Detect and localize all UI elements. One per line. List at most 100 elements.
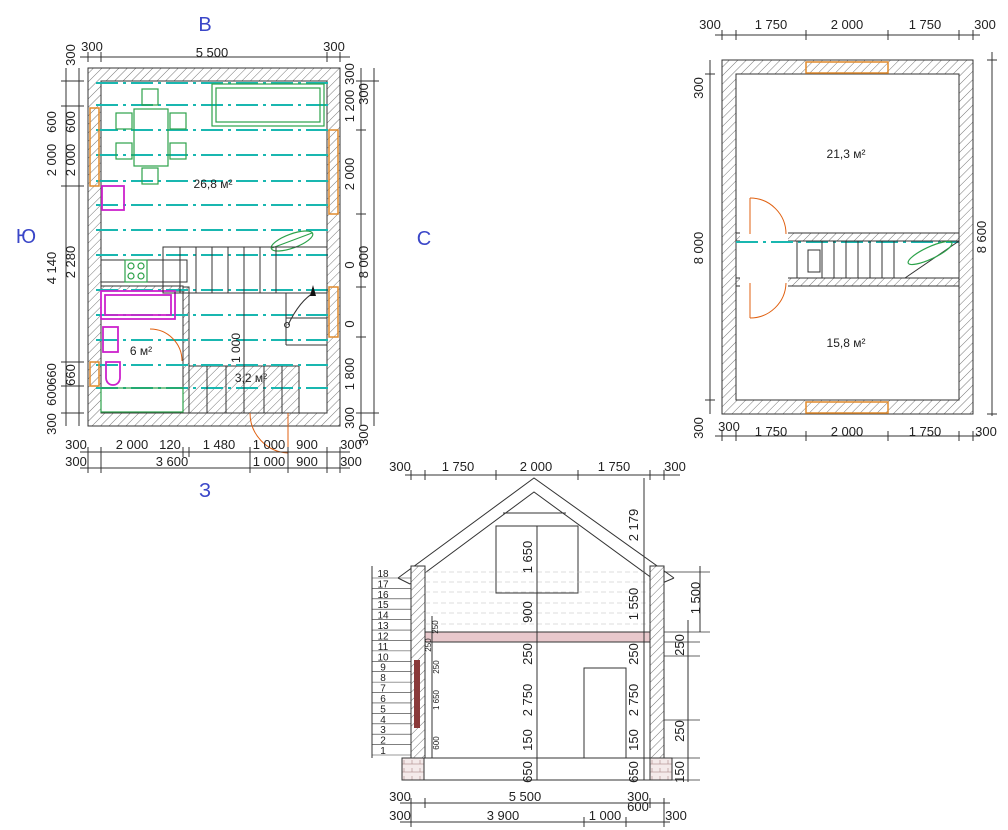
svg-text:600: 600 [63, 111, 78, 133]
section-top-dimension: 300 1 750 2 000 1 750 300 [389, 459, 686, 480]
plan-upper-floor: 21,3 м² 15,8 м² 300 1 750 2 000 1 750 30… [691, 17, 997, 441]
plan1-right-dimension: 300 1 200 2 000 0 0 1 800 300 300 8 000 … [342, 63, 379, 446]
svg-text:250: 250 [424, 638, 433, 652]
section-bottom-dimension: 300 5 500 300 600 300 3 900 1 000 300 [389, 789, 687, 827]
svg-text:300: 300 [44, 413, 59, 435]
plan2-door-upper [749, 197, 787, 235]
svg-text:600: 600 [44, 111, 59, 133]
svg-text:300: 300 [63, 44, 78, 66]
svg-text:5 500: 5 500 [509, 789, 542, 804]
level-number: 4 [380, 715, 386, 726]
svg-text:1 480: 1 480 [203, 437, 236, 452]
svg-text:1 750: 1 750 [755, 17, 788, 32]
level-number: 6 [380, 694, 386, 705]
svg-text:2 000: 2 000 [44, 144, 59, 177]
section-window [414, 660, 420, 728]
svg-text:1 650: 1 650 [520, 541, 535, 574]
svg-text:300: 300 [356, 83, 371, 105]
svg-text:250: 250 [626, 643, 641, 665]
svg-text:300: 300 [389, 808, 411, 823]
section-door [583, 667, 627, 759]
svg-text:300: 300 [664, 459, 686, 474]
level-number: 14 [377, 611, 389, 622]
level-number: 7 [380, 684, 386, 695]
svg-text:1 750: 1 750 [598, 459, 631, 474]
svg-text:1 750: 1 750 [755, 424, 788, 439]
level-number: 1 [380, 746, 386, 757]
svg-text:250: 250 [431, 620, 440, 634]
svg-text:2 750: 2 750 [626, 684, 641, 717]
svg-text:300: 300 [974, 17, 996, 32]
svg-text:300: 300 [340, 454, 362, 469]
svg-text:8 600: 8 600 [974, 221, 989, 254]
section-right-wall [649, 565, 665, 759]
level-number: 3 [380, 725, 386, 736]
svg-text:900: 900 [296, 437, 318, 452]
svg-text:300: 300 [356, 424, 371, 446]
svg-text:300: 300 [342, 407, 357, 429]
svg-text:660: 660 [44, 363, 59, 385]
section-right-inner-dims: 2 179 1 550 250 2 750 150 650 [626, 478, 645, 783]
area-hall: 3,2 м² [235, 371, 267, 385]
section-view: 181716151413121110987654321 250 250 250 … [371, 459, 710, 827]
svg-text:300: 300 [342, 63, 357, 85]
plan2-left-dimension: 300 8 000 300 [691, 60, 715, 439]
svg-text:650: 650 [626, 761, 641, 783]
svg-text:1 500: 1 500 [688, 582, 703, 615]
svg-text:3 900: 3 900 [487, 808, 520, 823]
plan1-top-dimension: 300 5 500 300 [80, 39, 350, 62]
svg-text:1 000: 1 000 [253, 437, 286, 452]
svg-text:1 800: 1 800 [342, 358, 357, 391]
svg-text:1 750: 1 750 [909, 17, 942, 32]
svg-text:5 500: 5 500 [196, 45, 229, 60]
drawing-sheet: В З Ю С 26,8 м² 6 м² 3,2 м² 1 000 300 5 … [0, 0, 1008, 830]
plan-ground-floor: В З Ю С 26,8 м² 6 м² 3,2 м² 1 000 300 5 … [16, 14, 431, 502]
svg-text:0: 0 [342, 261, 357, 268]
svg-text:2 000: 2 000 [116, 437, 149, 452]
svg-text:300: 300 [389, 789, 411, 804]
svg-text:250: 250 [432, 660, 441, 674]
plan2-staircase [796, 240, 960, 279]
section-right-outer-dims: 1 500 250 250 150 [664, 566, 710, 783]
svg-text:3 600: 3 600 [156, 454, 189, 469]
svg-text:2 750: 2 750 [520, 684, 535, 717]
svg-text:1 550: 1 550 [626, 588, 641, 621]
level-number: 18 [377, 569, 389, 580]
level-number: 13 [377, 621, 389, 632]
area-upper-room: 21,3 м² [827, 147, 866, 161]
svg-text:120: 120 [159, 437, 181, 452]
svg-text:600: 600 [44, 384, 59, 406]
plan2-top-dimension: 300 1 750 2 000 1 750 300 [699, 17, 996, 40]
svg-text:900: 900 [296, 454, 318, 469]
section-level-numbers: 181716151413121110987654321 [372, 569, 411, 757]
level-number: 12 [377, 631, 389, 642]
direction-north: В [198, 14, 211, 36]
svg-text:1 000: 1 000 [253, 454, 286, 469]
svg-text:150: 150 [626, 729, 641, 751]
svg-text:300: 300 [65, 454, 87, 469]
svg-text:300: 300 [691, 417, 706, 439]
svg-text:250: 250 [672, 720, 687, 742]
svg-text:600: 600 [627, 799, 649, 814]
svg-text:300: 300 [975, 424, 997, 439]
level-number: 5 [380, 704, 386, 715]
plan2-right-dimension: 8 600 [974, 52, 997, 416]
svg-text:900: 900 [520, 601, 535, 623]
stair-width-label: 1 000 [229, 333, 243, 363]
svg-text:2 000: 2 000 [831, 424, 864, 439]
direction-west: Ю [16, 226, 36, 248]
level-number: 8 [380, 673, 386, 684]
svg-text:2 000: 2 000 [520, 459, 553, 474]
svg-text:300: 300 [691, 77, 706, 99]
svg-text:2 000: 2 000 [831, 17, 864, 32]
svg-text:250: 250 [672, 634, 687, 656]
svg-text:1 200: 1 200 [342, 90, 357, 123]
svg-text:1 000: 1 000 [589, 808, 622, 823]
svg-text:150: 150 [672, 761, 687, 783]
plan1-left-dimension: 300 600 2 000 4 140 600 300 2 000 2 280 … [44, 44, 84, 435]
svg-text:300: 300 [718, 419, 740, 434]
level-number: 9 [380, 663, 386, 674]
plan2-door-lower [749, 282, 787, 319]
plan1-partition-bath [182, 286, 190, 414]
level-number: 15 [377, 600, 389, 611]
